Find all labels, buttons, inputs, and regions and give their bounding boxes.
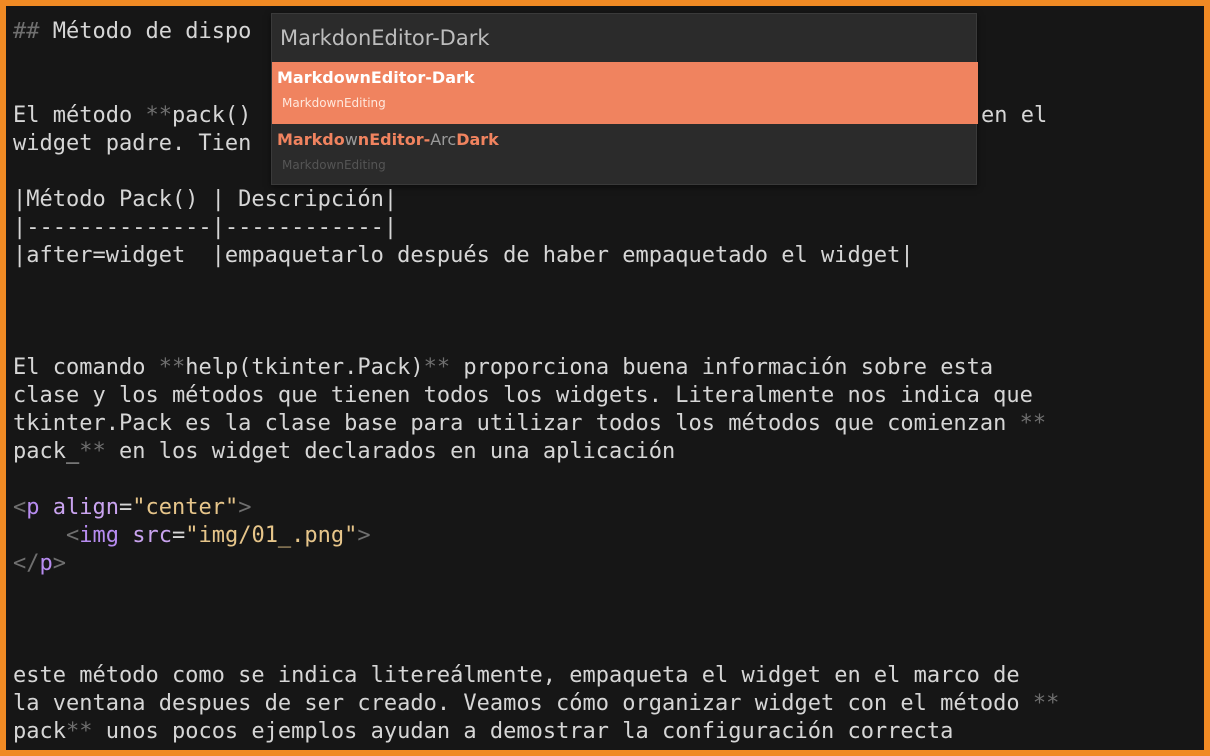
text-segment: ** [1032,691,1060,716]
editor-line: |--------------|------------| [13,214,397,242]
text-segment: unos pocos ejemplos ayudan a demostrar l… [92,719,954,744]
title-segment: Dark [456,130,499,149]
text-segment [13,523,66,548]
text-segment: en los widget declarados en una aplicaci… [105,439,676,464]
editor-line: |after=widget |empaquetarlo después de h… [13,242,914,270]
text-segment: < [65,523,80,548]
title-segment: Arc [430,130,457,149]
text-segment: ** [1019,411,1047,436]
text-segment: widget padre. Tien [13,131,252,156]
text-segment: pack() [171,103,252,128]
text-segment: |--------------|------------| [13,215,398,240]
text-segment: pack_ [13,439,80,464]
text-segment: "center" [132,495,239,520]
editor-line: este método como se indica litereálmente… [13,662,1020,690]
command-palette: MarkdownEditor-Dark MarkdownEditing Mark… [271,13,978,186]
text-segment: este método como se indica litereálmente… [13,663,1020,688]
text-segment: align [39,495,119,520]
title-segment: Markdo [277,130,345,149]
editor-line: ## Método de dispo [13,18,251,46]
text-segment: help(tkinter.Pack) [185,355,424,380]
title-segment: w [344,130,358,149]
text-segment: ** [65,719,93,744]
text-segment: tkinter.Pack es la clase base para utili… [13,411,1020,436]
text-segment: = [118,495,133,520]
text-segment: p [39,551,53,576]
palette-item-subtitle: MarkdownEditing [282,158,386,172]
palette-item-title: MarkdownEditor-ArcDark [277,130,499,149]
text-segment: |after=widget |empaquetarlo después de h… [13,243,914,268]
text-segment: pack [13,719,66,744]
palette-item-markdowneditor-dark[interactable]: MarkdownEditor-Dark MarkdownEditing [272,62,978,124]
editor-line: <p align="center"> [13,494,251,522]
text-segment: > [52,551,66,576]
text-segment: proporciona buena información sobre esta [450,355,994,380]
palette-item-title: MarkdownEditor-Dark [277,68,475,87]
text-segment: </ [13,551,40,576]
editor-line: El método **pack() [13,102,251,130]
editor-line: |Método Pack() | Descripción| [13,186,397,214]
text-segment: img [79,523,119,548]
text-segment: "img/01_.png" [185,523,358,548]
editor-line: pack** unos pocos ejemplos ayudan a demo… [13,718,953,746]
text-segment: src [118,523,172,548]
editor-line: <img src="img/01_.png"> [13,522,371,550]
text-segment: ** [79,439,106,464]
palette-search-input[interactable] [272,14,976,62]
editor-line: tkinter.Pack es la clase base para utili… [13,410,1046,438]
editor-line: </p> [13,550,66,578]
text-segment: la ventana despues de ser creado. Veamos… [13,691,1033,716]
editor-line-tail: en el [981,103,1048,128]
editor-line: clase y los métodos que tienen todos los… [13,382,1033,410]
text-segment: |Método Pack() | Descripción| [13,187,398,212]
text-segment: p [26,495,40,520]
text-segment: Método de dispo [52,19,252,44]
text-segment: > [238,495,252,520]
text-segment: ## [13,19,53,44]
editor-line: pack_** en los widget declarados en una … [13,438,675,466]
text-segment: El comando [13,355,159,380]
editor-line: la ventana despues de ser creado. Veamos… [13,690,1059,718]
palette-item-markdowneditor-arcdark[interactable]: MarkdownEditor-ArcDark MarkdownEditing [272,124,978,186]
editor-line: widget padre. Tien [13,130,251,158]
text-segment: ** [145,103,172,128]
title-segment: nEditor- [357,130,431,149]
text-segment: ** [423,355,451,380]
palette-item-subtitle: MarkdownEditing [282,96,386,110]
text-segment: El método [13,103,146,128]
text-segment: = [171,523,186,548]
text-segment: > [357,523,371,548]
editor-line: El comando **help(tkinter.Pack)** propor… [13,354,993,382]
text-segment: < [13,495,27,520]
text-segment: clase y los métodos que tienen todos los… [13,383,1033,408]
text-segment: ** [158,355,186,380]
